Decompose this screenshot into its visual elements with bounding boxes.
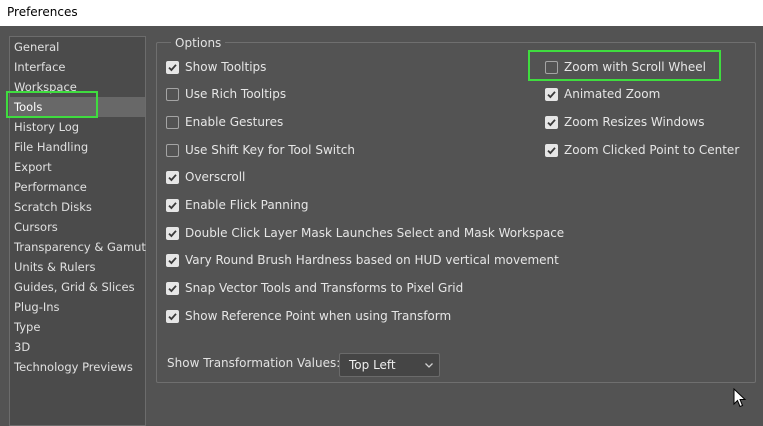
window-title: Preferences <box>0 0 763 26</box>
option-label: Zoom with Scroll Wheel <box>564 60 706 74</box>
checkbox-checked-icon[interactable] <box>166 170 179 184</box>
checkbox-checked-icon[interactable] <box>166 198 179 212</box>
checkbox-unchecked-icon[interactable] <box>545 60 558 74</box>
option-zoom-clicked-point[interactable]: Zoom Clicked Point to Center <box>545 141 739 159</box>
options-legend: Options <box>171 36 226 50</box>
sidebar-item-workspace[interactable]: Workspace <box>10 77 145 97</box>
option-enable-flick-panning[interactable]: Enable Flick Panning <box>166 196 308 214</box>
sidebar-item-file-handling[interactable]: File Handling <box>10 137 145 157</box>
sidebar-item-scratch-disks[interactable]: Scratch Disks <box>10 197 145 217</box>
option-label: Use Shift Key for Tool Switch <box>185 143 356 157</box>
sidebar-item-3d[interactable]: 3D <box>10 337 145 357</box>
sidebar-item-export[interactable]: Export <box>10 157 145 177</box>
checkbox-checked-icon[interactable] <box>166 281 179 295</box>
option-vary-round-brush[interactable]: Vary Round Brush Hardness based on HUD v… <box>166 251 559 269</box>
sidebar-item-plug-ins[interactable]: Plug-Ins <box>10 297 145 317</box>
option-label: Show Reference Point when using Transfor… <box>185 309 452 323</box>
checkbox-unchecked-icon[interactable] <box>166 115 179 129</box>
checkbox-checked-icon[interactable] <box>166 309 179 323</box>
option-label: Use Rich Tooltips <box>185 87 287 101</box>
option-use-shift-key[interactable]: Use Shift Key for Tool Switch <box>166 141 355 159</box>
checkbox-checked-icon[interactable] <box>545 87 558 101</box>
option-label: Zoom Clicked Point to Center <box>564 143 740 157</box>
checkbox-unchecked-icon[interactable] <box>166 87 179 101</box>
option-overscroll[interactable]: Overscroll <box>166 168 245 186</box>
checkbox-unchecked-icon[interactable] <box>166 143 179 157</box>
sidebar-item-guides-grid-slices[interactable]: Guides, Grid & Slices <box>10 277 145 297</box>
chevron-down-icon <box>425 363 433 368</box>
mouse-cursor-icon <box>733 388 747 408</box>
sidebar-item-technology-previews[interactable]: Technology Previews <box>10 357 145 377</box>
option-label: Enable Gestures <box>185 115 284 129</box>
option-double-click-layer-mask[interactable]: Double Click Layer Mask Launches Select … <box>166 224 564 242</box>
checkbox-checked-icon[interactable] <box>166 60 179 74</box>
option-zoom-resizes-windows[interactable]: Zoom Resizes Windows <box>545 113 705 131</box>
option-label: Show Tooltips <box>185 60 267 74</box>
option-show-tooltips[interactable]: Show Tooltips <box>166 58 266 76</box>
option-use-rich-tooltips[interactable]: Use Rich Tooltips <box>166 85 286 103</box>
sidebar-item-general[interactable]: General <box>10 37 145 57</box>
checkbox-checked-icon[interactable] <box>166 253 179 267</box>
option-show-reference-point[interactable]: Show Reference Point when using Transfor… <box>166 307 451 325</box>
option-label: Animated Zoom <box>564 87 661 101</box>
sidebar-item-tools[interactable]: Tools <box>10 97 145 117</box>
sidebar-item-transparency-gamut[interactable]: Transparency & Gamut <box>10 237 146 257</box>
option-label: Zoom Resizes Windows <box>564 115 705 129</box>
option-snap-vector-tools[interactable]: Snap Vector Tools and Transforms to Pixe… <box>166 279 463 297</box>
sidebar-item-type[interactable]: Type <box>10 317 145 337</box>
option-zoom-scroll-wheel[interactable]: Zoom with Scroll Wheel <box>545 58 706 76</box>
option-enable-gestures[interactable]: Enable Gestures <box>166 113 283 131</box>
sidebar-item-cursors[interactable]: Cursors <box>10 217 145 237</box>
checkbox-checked-icon[interactable] <box>545 143 558 157</box>
sidebar-item-units-rulers[interactable]: Units & Rulers <box>10 257 145 277</box>
sidebar-item-history-log[interactable]: History Log <box>10 117 145 137</box>
sidebar-item-performance[interactable]: Performance <box>10 177 145 197</box>
option-label: Overscroll <box>185 170 246 184</box>
option-label: Snap Vector Tools and Transforms to Pixe… <box>185 281 464 295</box>
dropdown-selected-value: Top Left <box>349 358 396 372</box>
option-label: Double Click Layer Mask Launches Select … <box>185 226 565 240</box>
checkbox-checked-icon[interactable] <box>166 226 179 240</box>
checkbox-checked-icon[interactable] <box>545 115 558 129</box>
option-animated-zoom[interactable]: Animated Zoom <box>545 85 660 103</box>
sidebar-item-interface[interactable]: Interface <box>10 57 145 77</box>
preferences-sidebar: General Interface Workspace Tools Histor… <box>9 36 146 426</box>
transformation-values-dropdown[interactable]: Top Left <box>339 353 440 377</box>
option-label: Vary Round Brush Hardness based on HUD v… <box>185 253 559 267</box>
transformation-values-label: Show Transformation Values: <box>167 356 341 370</box>
option-label: Enable Flick Panning <box>185 198 309 212</box>
